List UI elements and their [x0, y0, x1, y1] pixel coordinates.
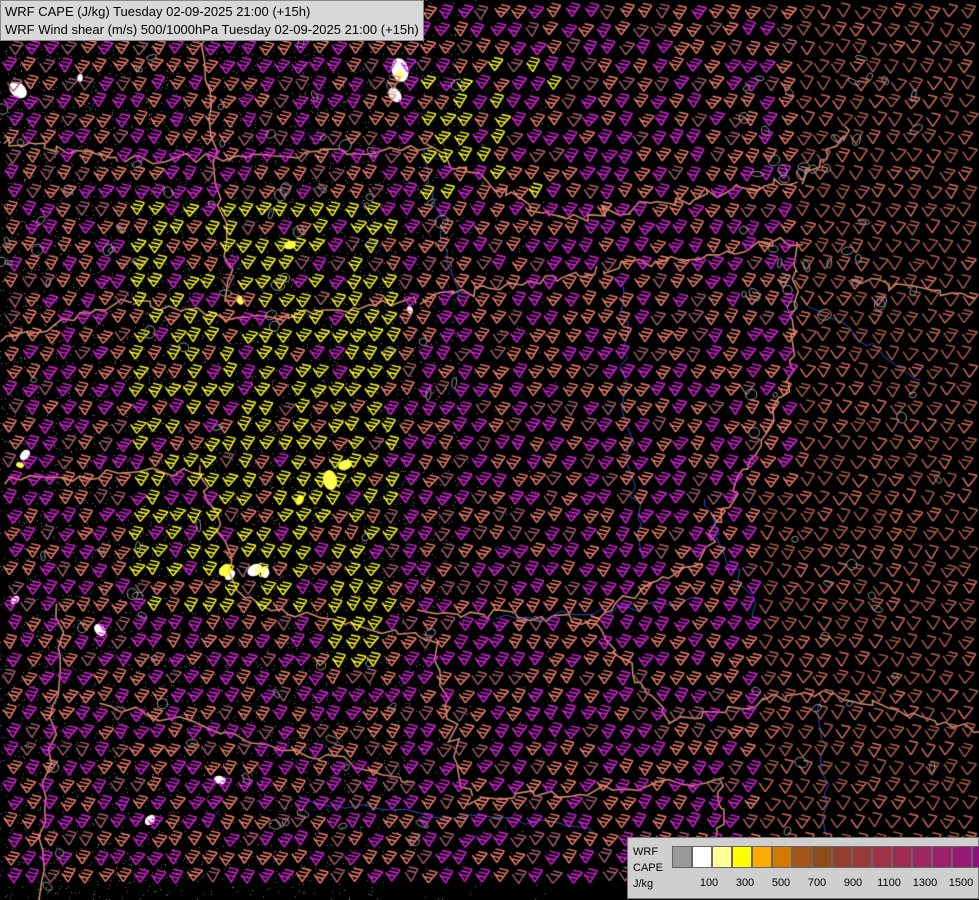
legend-swatch: [692, 846, 712, 868]
legend-swatches: [672, 846, 979, 868]
legend-swatch: [792, 846, 812, 868]
legend-tick-label: 300: [735, 877, 755, 889]
legend-swatch: [812, 846, 832, 868]
legend-swatch: [772, 846, 792, 868]
legend-label-wrf: WRF: [633, 846, 659, 858]
legend-swatch: [952, 846, 972, 868]
legend-swatch: [912, 846, 932, 868]
legend-tick-label: 1300: [912, 877, 938, 889]
legend-swatch: [752, 846, 772, 868]
legend-tick-label: 100: [699, 877, 719, 889]
legend-swatch: [932, 846, 952, 868]
legend-ticks: 100 300 500 700 900 1100 1300 1500: [672, 877, 974, 891]
legend-swatch: [672, 846, 692, 868]
title-line-cape: WRF CAPE (J/kg) Tuesday 02-09-2025 21:00…: [5, 4, 311, 19]
legend-swatch: [972, 846, 979, 868]
legend-label-unit: J/kg: [633, 878, 654, 890]
cape-legend: WRF CAPE J/kg 100 300 500 700 900 1100 1300 150…: [627, 837, 979, 899]
legend-swatch: [832, 846, 852, 868]
legend-tick-label: 1100: [877, 877, 901, 889]
legend-swatch: [732, 846, 752, 868]
legend-swatch: [892, 846, 912, 868]
map-title: WRF CAPE (J/kg) Tuesday 02-09-2025 21:00…: [0, 0, 424, 41]
legend-label-cape: CAPE: [633, 862, 663, 874]
legend-swatch: [712, 846, 732, 868]
legend-tick-label: 900: [843, 877, 863, 889]
cape-wind-shear-map: [0, 0, 979, 900]
title-line-wind-shear: WRF Wind shear (m/s) 500/1000hPa Tuesday…: [5, 22, 419, 37]
legend-tick-label: 700: [807, 877, 827, 889]
legend-swatch: [872, 846, 892, 868]
legend-tick-label: 1500: [948, 877, 974, 889]
legend-tick-label: 500: [771, 877, 791, 889]
legend-swatch: [852, 846, 872, 868]
